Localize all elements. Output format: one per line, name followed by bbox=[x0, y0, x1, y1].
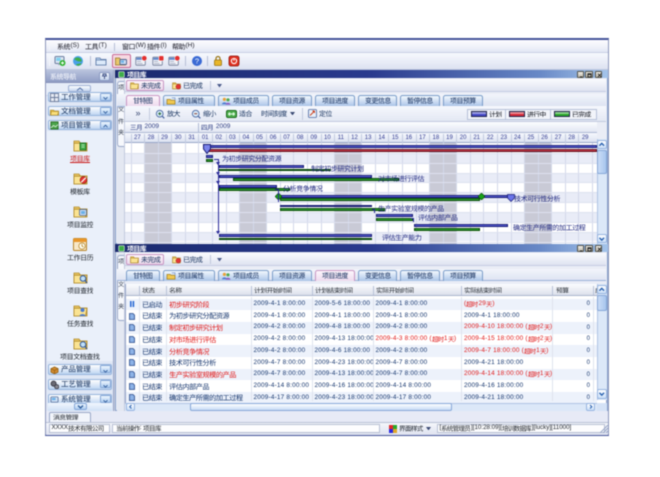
svg-text:?: ? bbox=[194, 57, 198, 66]
